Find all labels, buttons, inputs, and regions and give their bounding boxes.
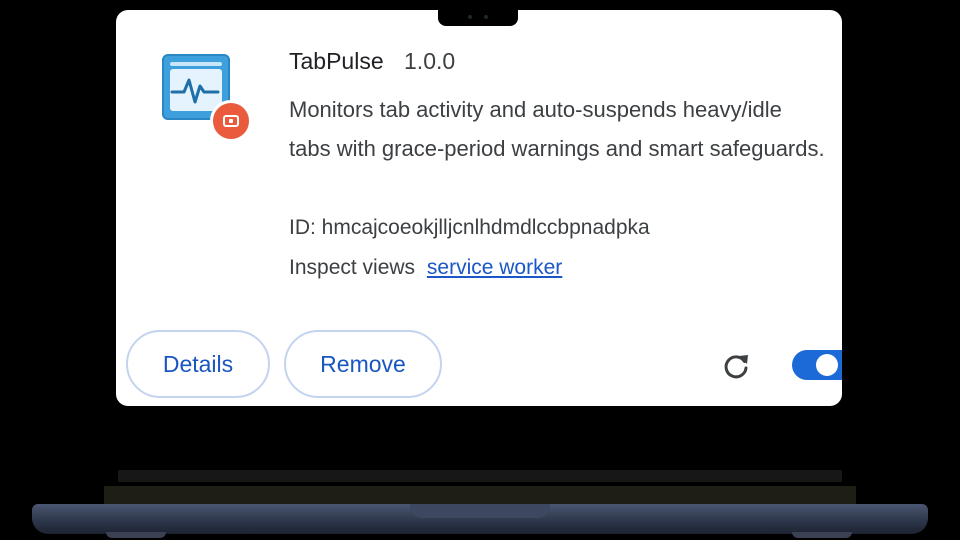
suspend-badge-icon xyxy=(210,100,252,142)
laptop-deck xyxy=(104,486,856,506)
enable-toggle[interactable] xyxy=(792,350,842,380)
laptop-hinge xyxy=(118,470,842,482)
camera-dot xyxy=(484,15,488,19)
reload-icon[interactable] xyxy=(720,350,752,382)
extension-version: 1.0.0 xyxy=(404,48,456,74)
inspect-views-row: Inspect views service worker xyxy=(289,256,562,280)
laptop-opening-lip xyxy=(410,504,550,518)
icon-window-titlebar xyxy=(170,62,222,66)
pulse-line-icon xyxy=(170,78,220,104)
laptop-foot xyxy=(106,532,166,538)
details-button[interactable]: Details xyxy=(126,330,270,398)
remove-button[interactable]: Remove xyxy=(284,330,442,398)
camera-dot xyxy=(468,15,472,19)
extension-title-row: TabPulse 1.0.0 xyxy=(289,48,455,75)
extension-description: Monitors tab activity and auto-suspends … xyxy=(289,97,825,161)
camera-notch xyxy=(438,8,518,26)
service-worker-link[interactable]: service worker xyxy=(427,256,562,279)
laptop-foot xyxy=(792,532,852,538)
pulse-window-icon xyxy=(162,54,254,144)
extension-id: ID: hmcajcoeokjlljcnlhdmdlccbpnadpka xyxy=(289,216,650,239)
extension-card: TabPulse 1.0.0 Monitors tab activity and… xyxy=(116,10,842,406)
inspect-views-label: Inspect views xyxy=(289,256,416,279)
toggle-knob xyxy=(816,354,838,376)
badge-glyph xyxy=(223,115,239,127)
extension-name: TabPulse xyxy=(289,48,384,74)
